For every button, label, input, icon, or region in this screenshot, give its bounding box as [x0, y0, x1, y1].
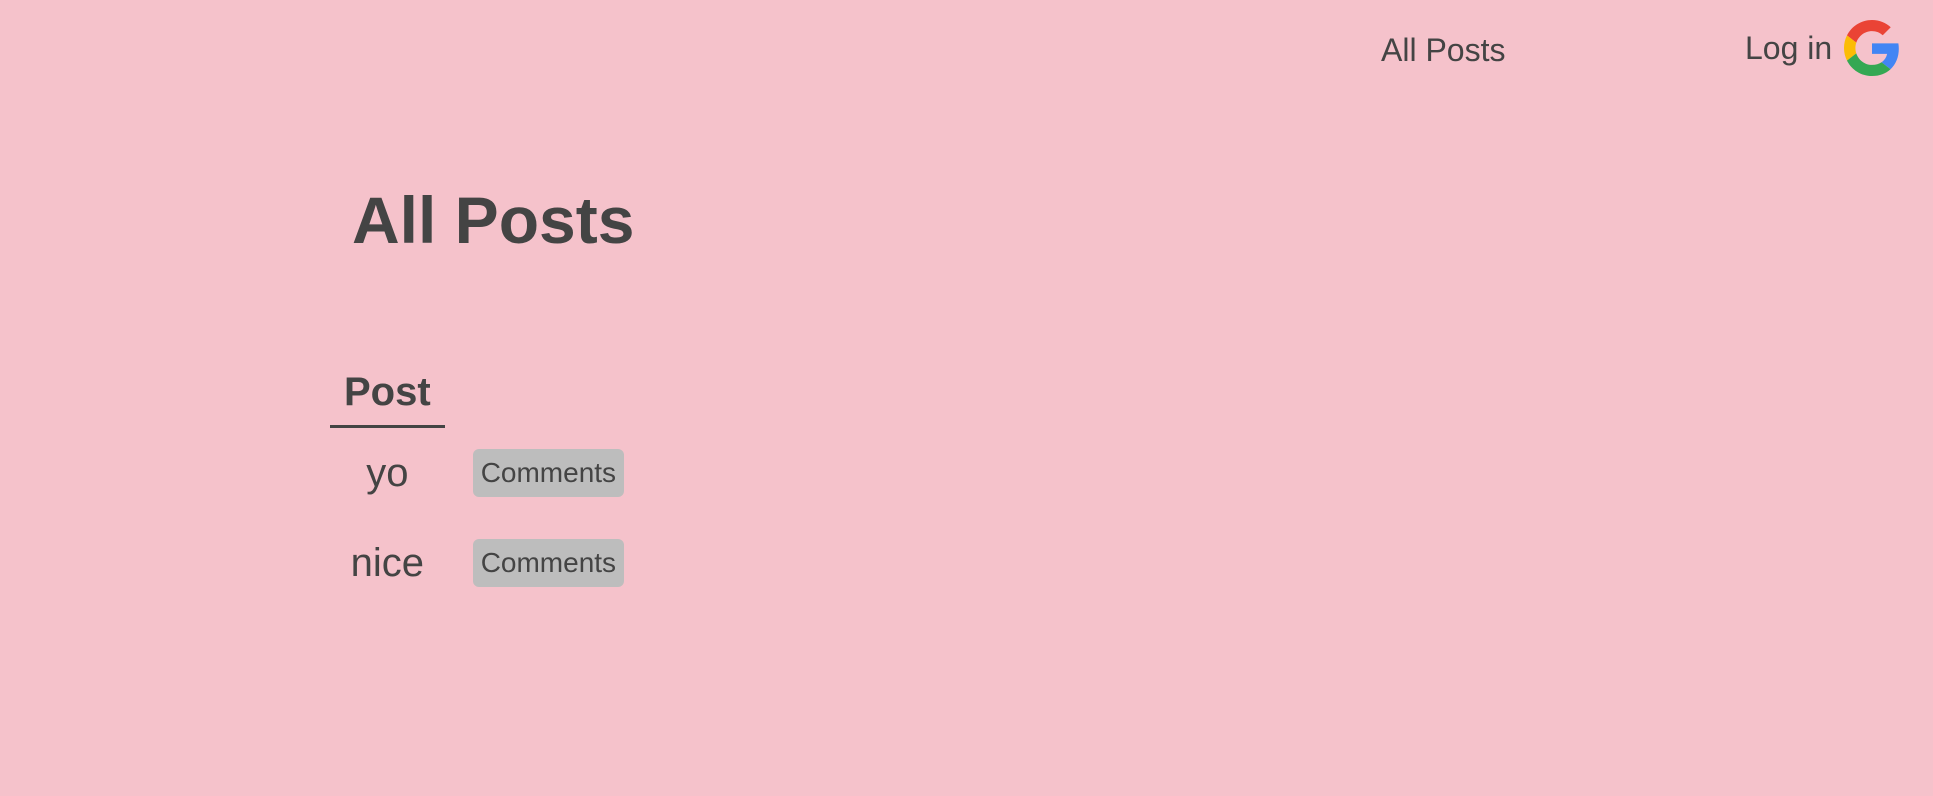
page-title: All Posts — [352, 183, 635, 257]
comments-button[interactable]: Comments — [472, 449, 625, 497]
google-icon — [1844, 20, 1899, 76]
table-row: yo Comments — [330, 428, 625, 518]
post-title: yo — [366, 450, 409, 495]
row-action-cell: Comments — [445, 518, 625, 608]
nav-all-posts-link[interactable]: All Posts — [1381, 30, 1505, 70]
comments-button[interactable]: Comments — [472, 539, 625, 587]
login-label: Log in — [1745, 30, 1833, 66]
column-header-post: Post — [330, 366, 445, 428]
table-header-row: Post — [330, 366, 624, 428]
posts-table: Post yo Comments nice Comments — [330, 366, 625, 608]
row-action-cell: Comments — [445, 428, 625, 518]
post-title: nice — [350, 540, 425, 585]
table-row: nice Comments — [330, 518, 625, 608]
column-header-actions — [445, 366, 624, 428]
login-button[interactable]: Log in — [1745, 20, 1900, 76]
